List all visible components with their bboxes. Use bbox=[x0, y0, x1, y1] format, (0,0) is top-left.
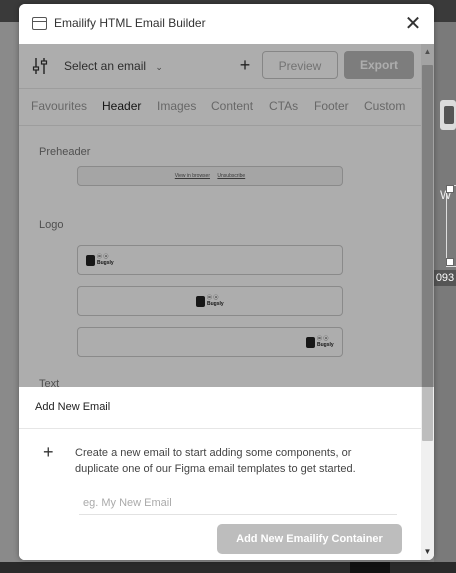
scroll-down-arrow[interactable]: ▼ bbox=[422, 546, 433, 558]
modal-overlay[interactable] bbox=[19, 44, 434, 387]
plugin-window: Emailify HTML Email Builder ✕ Select an … bbox=[19, 4, 434, 560]
dialog-title: Add New Email bbox=[35, 401, 111, 413]
add-email-dialog: Add New Email + Create a new email to st… bbox=[19, 387, 421, 560]
add-container-button[interactable]: Add New Emailify Container bbox=[217, 524, 402, 554]
dialog-divider bbox=[19, 428, 421, 429]
host-bottom-chip bbox=[350, 562, 390, 573]
resize-handle[interactable] bbox=[446, 185, 454, 193]
canvas-tile-inner bbox=[444, 106, 454, 124]
window-icon bbox=[32, 17, 47, 30]
dialog-description: Create a new email to start adding some … bbox=[75, 447, 356, 475]
email-name-input[interactable] bbox=[79, 491, 397, 515]
plugin-body: Select an email ⌄ + Preview Export Favou… bbox=[19, 44, 434, 560]
window-title: Emailify HTML Email Builder bbox=[54, 16, 206, 30]
resize-handle[interactable] bbox=[446, 258, 454, 266]
canvas-readout: 093 bbox=[434, 270, 456, 286]
plus-icon: + bbox=[43, 442, 54, 462]
close-button[interactable]: ✕ bbox=[401, 12, 425, 36]
window-titlebar: Emailify HTML Email Builder ✕ bbox=[19, 4, 434, 44]
canvas-tile[interactable] bbox=[440, 100, 456, 130]
